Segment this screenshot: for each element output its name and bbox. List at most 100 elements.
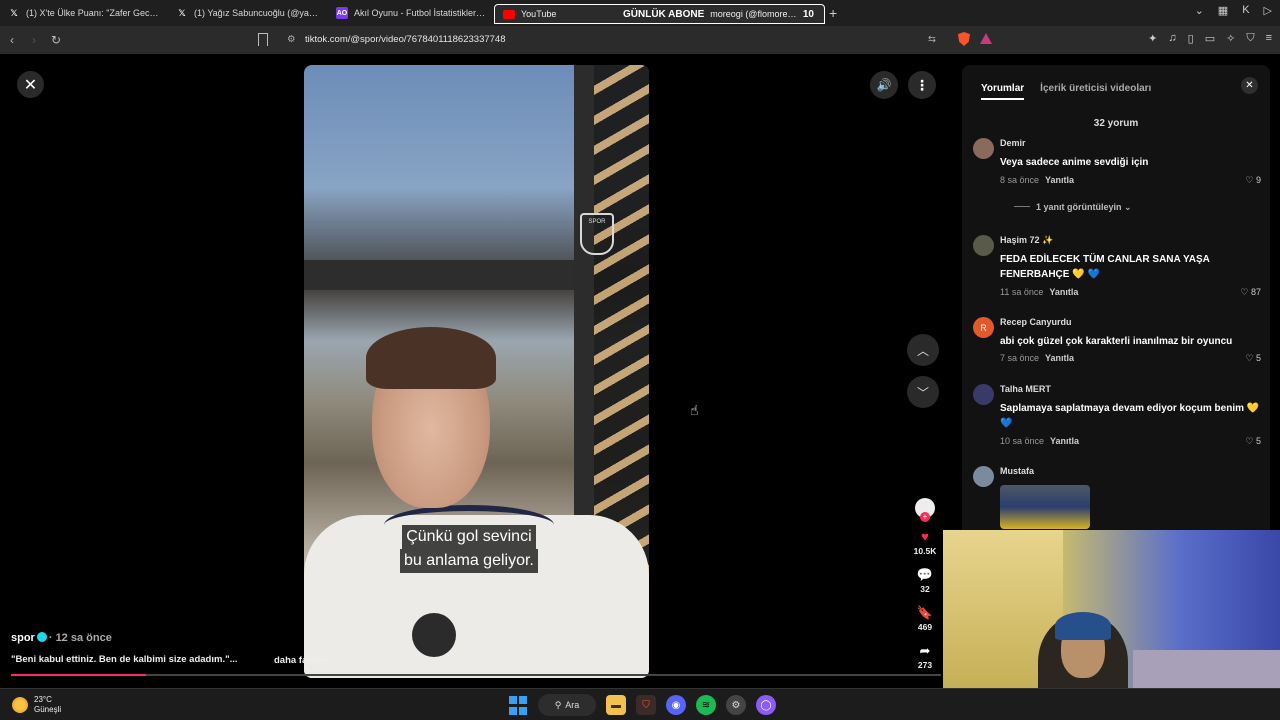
extension-icon[interactable]: K xyxy=(1242,4,1249,17)
back-icon[interactable]: ‹ xyxy=(2,33,22,47)
taskbar-search[interactable]: ⚲ Ara xyxy=(538,694,596,716)
heart-outline-icon: ♡ xyxy=(1240,287,1249,297)
chevron-up-icon: ︿ xyxy=(916,343,929,358)
close-panel-button[interactable]: ✕ xyxy=(1241,77,1258,94)
comment-item: Haşim 72 ✨ FEDA EDİLECEK TÜM CANLAR SANA… xyxy=(973,235,1263,305)
reply-button[interactable]: Yanıtla xyxy=(1045,353,1074,363)
tab-x-ulke-puani[interactable]: 𝕏 (1) X'te Ülke Puanı: "Zafer Gecesi Fen xyxy=(0,2,168,24)
comment-author[interactable]: Haşim 72 ✨ xyxy=(1000,235,1053,246)
author-name[interactable]: spor xyxy=(11,632,35,644)
comment-meta: 11 sa önce Yanıtla xyxy=(1000,287,1079,297)
more-caption-link[interactable]: daha fazlası xyxy=(274,655,328,666)
streamer xyxy=(1055,612,1111,640)
reload-icon[interactable]: ↻ xyxy=(46,33,66,47)
comment-item: Talha MERT Saplamaya saplatmaya devam ed… xyxy=(973,384,1263,449)
extension-icon[interactable]: ▷ xyxy=(1264,4,1272,17)
microphone xyxy=(412,613,456,657)
creator-avatar[interactable] xyxy=(915,498,935,522)
comment-item: Mustafa xyxy=(973,466,1263,536)
menu-icon[interactable]: ≡ xyxy=(1266,32,1272,45)
wallet-icon[interactable]: ▭ xyxy=(1205,32,1215,45)
comment-meta: 7 sa önce Yanıtla xyxy=(1000,353,1075,363)
extensions-icon[interactable]: ✦ xyxy=(1148,32,1157,45)
more-options-button[interactable]: ⋮ xyxy=(908,71,936,99)
video-scene xyxy=(304,260,594,290)
sidebar-icon[interactable]: ▯ xyxy=(1188,32,1194,45)
windows-start-icon[interactable] xyxy=(508,695,528,715)
comment-like[interactable]: ♡ 5 xyxy=(1245,353,1261,364)
comment-total: 32 yorum xyxy=(1093,118,1139,129)
video-progress-fill xyxy=(11,674,146,676)
heart-outline-icon: ♡ xyxy=(1245,175,1254,185)
weather-widget[interactable]: 23°C Güneşli xyxy=(12,695,61,715)
avatar[interactable] xyxy=(973,235,994,256)
tab-comments[interactable]: Yorumlar xyxy=(981,83,1025,100)
steam-icon[interactable]: ⚙ xyxy=(726,695,746,715)
comment-author[interactable]: Recep Canyurdu xyxy=(1000,317,1072,327)
volume-button[interactable]: 🔊 xyxy=(870,71,898,99)
extension-icon[interactable]: ▦ xyxy=(1218,4,1228,17)
comment-author[interactable]: Demir xyxy=(1000,138,1026,148)
comment-text: FEDA EDİLECEK TÜM CANLAR SANA YAŞA FENER… xyxy=(1000,254,1210,280)
share-icon[interactable]: ➦ xyxy=(920,644,931,658)
tab-creator-videos[interactable]: İçerik üreticisi videoları xyxy=(1040,83,1151,100)
leo-icon[interactable]: ✧ xyxy=(1226,32,1235,45)
brave-shield-icon[interactable] xyxy=(958,32,970,46)
divider xyxy=(1014,206,1030,207)
browser-tab-bar: 𝕏 (1) X'te Ülke Puanı: "Zafer Gecesi Fen… xyxy=(0,0,1280,26)
tab-akil-oyunu[interactable]: AO Akıl Oyunu - Futbol İstatistikleri, T… xyxy=(328,2,494,24)
comment-icon[interactable]: 💬 xyxy=(917,568,933,582)
tab-yagiz-sabuncuoglu[interactable]: 𝕏 (1) Yağız Sabuncuoğlu (@yagosabun xyxy=(168,2,328,24)
x-logo-icon: 𝕏 xyxy=(178,7,186,18)
spotify-icon[interactable]: ≋ xyxy=(696,695,716,715)
view-replies-button[interactable]: 1 yanıt görüntüleyin ⌄ xyxy=(1014,202,1132,213)
close-icon: ✕ xyxy=(23,76,38,94)
author-info: spor · 12 sa önce xyxy=(11,632,112,644)
comment-image[interactable] xyxy=(1000,485,1090,529)
comment-author[interactable]: Mustafa xyxy=(1000,466,1034,476)
avatar[interactable] xyxy=(973,466,994,487)
heart-icon[interactable]: ♥ xyxy=(921,530,929,544)
music-icon[interactable]: ♫ xyxy=(1168,32,1176,45)
avatar[interactable] xyxy=(973,384,994,405)
video-subtitle: Çünkü gol sevinci bu anlama geliyor. xyxy=(400,525,538,573)
close-video-button[interactable]: ✕ xyxy=(17,71,44,98)
reply-button[interactable]: Yanıtla xyxy=(1050,436,1079,446)
app-icon[interactable]: ◯ xyxy=(756,695,776,715)
video-player[interactable]: SPOR Çünkü gol sevinci bu anlama geliyor… xyxy=(304,65,649,678)
tabbar-controls: ⌄ ▦ K ▷ xyxy=(1195,4,1272,17)
next-video-button[interactable]: ﹀ xyxy=(907,376,939,408)
ao-icon: AO xyxy=(336,7,348,19)
comment-like[interactable]: ♡ 9 xyxy=(1245,175,1261,186)
site-info-icon[interactable]: ⚙ xyxy=(287,34,296,45)
vpn-icon[interactable]: ⛉ xyxy=(1246,32,1254,45)
comment-like[interactable]: ♡ 5 xyxy=(1245,436,1261,447)
discord-icon[interactable]: ◉ xyxy=(666,695,686,715)
forward-icon[interactable]: › xyxy=(24,33,44,47)
brave-browser-icon[interactable]: ⛉ xyxy=(636,695,656,715)
tab-youtube[interactable]: YouTube GÜNLÜK ABONE moreogi (@flomoreog… xyxy=(494,4,825,24)
reply-button[interactable]: Yanıtla xyxy=(1045,175,1074,185)
comment-author[interactable]: Talha MERT xyxy=(1000,384,1051,394)
bookmark-icon[interactable] xyxy=(258,33,268,46)
windows-taskbar: 23°C Güneşli ⚲ Ara ▬ ⛉ ◉ ≋ ⚙ ◯ xyxy=(0,688,1280,720)
new-tab-button[interactable]: + xyxy=(829,5,837,21)
comment-text: Veya sadece anime sevdiği için xyxy=(1000,157,1149,168)
bookmark-icon[interactable]: 🔖 xyxy=(917,606,933,620)
taskbar-apps: ⚲ Ara ▬ ⛉ ◉ ≋ ⚙ ◯ xyxy=(508,694,776,716)
brave-rewards-icon[interactable] xyxy=(980,33,992,44)
comment-item: R Recep Canyurdu abi çok güzel çok karak… xyxy=(973,317,1263,367)
video-progress-bar[interactable] xyxy=(11,674,941,676)
url-input[interactable]: tiktok.com/@spor/video/76784011186233377… xyxy=(305,34,506,45)
tab-list-icon[interactable]: ⌄ xyxy=(1195,4,1204,17)
avatar[interactable] xyxy=(973,138,994,159)
previous-video-button[interactable]: ︿ xyxy=(907,334,939,366)
avatar[interactable]: R xyxy=(973,317,994,338)
more-vertical-icon: ⋮ xyxy=(915,76,929,93)
heart-outline-icon: ♡ xyxy=(1245,353,1254,363)
chevron-down-icon: ⌄ xyxy=(1124,202,1132,212)
file-explorer-icon[interactable]: ▬ xyxy=(606,695,626,715)
translate-icon[interactable]: ⇆ xyxy=(928,34,936,45)
reply-button[interactable]: Yanıtla xyxy=(1049,287,1078,297)
comment-like[interactable]: ♡ 87 xyxy=(1240,287,1261,298)
